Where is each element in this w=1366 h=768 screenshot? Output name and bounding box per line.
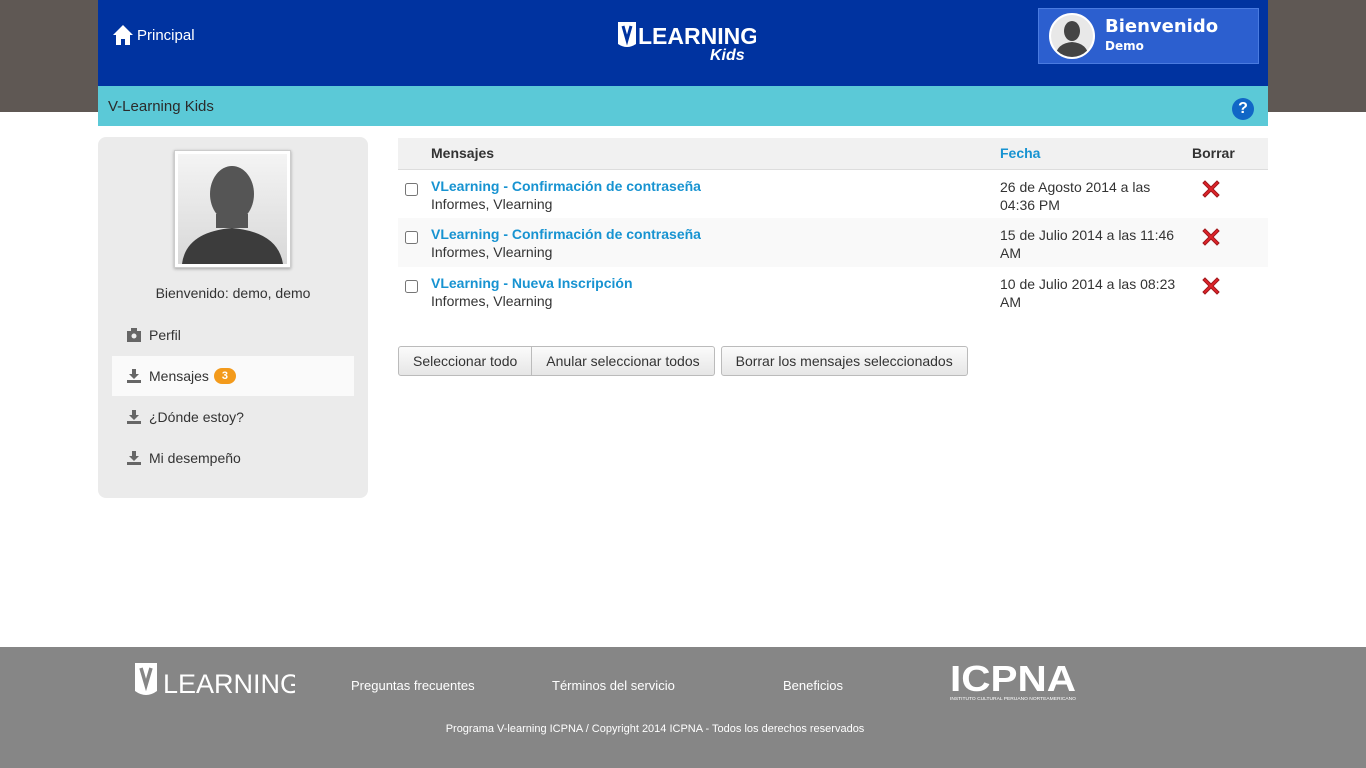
table-row: VLearning - Nueva Inscripción Informes, … (398, 267, 1268, 316)
message-title-link[interactable]: VLearning - Nueva Inscripción (431, 275, 1000, 291)
home-link[interactable]: Principal (112, 24, 195, 46)
footer-copyright: Programa V-learning ICPNA / Copyright 20… (445, 723, 865, 735)
message-actions: Seleccionar todo Anular seleccionar todo… (398, 346, 1268, 376)
home-icon (113, 25, 133, 45)
svg-text:LEARNING: LEARNING (163, 669, 295, 699)
row-checkbox[interactable] (405, 280, 418, 293)
sidebar-item-mi-desempeno[interactable]: Mi desempeño (112, 438, 354, 478)
sidebar-item-label: Mi desempeño (149, 450, 241, 466)
column-header-fecha[interactable]: Fecha (1000, 138, 1192, 170)
vlearning-footer-logo: LEARNING (135, 663, 295, 699)
messages-panel: Mensajes Fecha Borrar VLearning - Confir… (398, 138, 1268, 376)
message-title-link[interactable]: VLearning - Confirmación de contraseña (431, 226, 1000, 242)
delete-selected-button[interactable]: Borrar los mensajes seleccionados (720, 346, 968, 376)
sidebar-item-label: Mensajes (149, 368, 209, 384)
sidebar-item-donde-estoy[interactable]: ¿Dónde estoy? (112, 397, 354, 437)
table-header-row: Mensajes Fecha Borrar (398, 138, 1268, 170)
svg-text:LEARNING: LEARNING (638, 23, 756, 49)
vlearning-kids-logo: LEARNING Kids (618, 22, 756, 64)
row-checkbox[interactable] (405, 231, 418, 244)
sidebar-menu: Perfil Mensajes 3 ¿Dónde estoy? Mi desem… (112, 315, 354, 479)
svg-text:INSTITUTO CULTURAL PERUANO NOR: INSTITUTO CULTURAL PERUANO NORTEAMERICAN… (950, 696, 1077, 701)
column-header-mensajes: Mensajes (431, 138, 1000, 170)
svg-text:Kids: Kids (710, 47, 745, 64)
table-row: VLearning - Confirmación de contraseña I… (398, 169, 1268, 218)
header: Principal LEARNING Kids Bienvenido Demo (98, 0, 1268, 86)
profile-icon (127, 328, 141, 342)
profile-picture (174, 150, 291, 268)
message-sender: Informes, Vlearning (431, 244, 553, 260)
user-silhouette-icon (182, 166, 283, 264)
home-label: Principal (137, 26, 195, 44)
message-date: 26 de Agosto 2014 a las 04:36 PM (1000, 178, 1151, 213)
select-all-button[interactable]: Seleccionar todo (398, 346, 533, 376)
section-title: V-Learning Kids (108, 98, 214, 115)
footer-link-benefits[interactable]: Beneficios (783, 678, 843, 693)
inbox-icon (127, 451, 141, 465)
footer: LEARNING Preguntas frecuentes Términos d… (0, 647, 1366, 768)
welcome-box[interactable]: Bienvenido Demo (1038, 8, 1259, 64)
deselect-all-button[interactable]: Anular seleccionar todos (532, 346, 715, 376)
delete-icon[interactable] (1200, 275, 1222, 297)
message-sender: Informes, Vlearning (431, 195, 553, 212)
sidebar-item-perfil[interactable]: Perfil (112, 315, 354, 355)
sidebar-item-mensajes[interactable]: Mensajes 3 (112, 356, 354, 396)
user-silhouette-icon (1051, 15, 1093, 57)
avatar (1049, 13, 1095, 59)
welcome-title: Bienvenido (1105, 16, 1219, 37)
delete-icon[interactable] (1200, 226, 1222, 248)
sidebar: Bienvenido: demo, demo Perfil Mensajes 3… (98, 137, 368, 498)
sidebar-greeting: Bienvenido: demo, demo (155, 285, 311, 301)
inbox-icon (127, 369, 141, 383)
sidebar-item-label: ¿Dónde estoy? (149, 409, 244, 425)
row-checkbox[interactable] (405, 182, 418, 196)
welcome-username: Demo (1105, 39, 1144, 53)
sidebar-item-label: Perfil (149, 327, 181, 343)
column-header-borrar: Borrar (1192, 138, 1268, 170)
message-sender: Informes, Vlearning (431, 293, 553, 309)
unread-count-badge: 3 (213, 368, 237, 384)
delete-icon[interactable] (1200, 178, 1222, 200)
footer-link-faq[interactable]: Preguntas frecuentes (351, 678, 475, 693)
inbox-icon (127, 410, 141, 424)
svg-text:ICPNA: ICPNA (950, 663, 1076, 699)
icpna-logo: ICPNA INSTITUTO CULTURAL PERUANO NORTEAM… (950, 663, 1077, 701)
section-bar: V-Learning Kids ? (98, 86, 1268, 126)
footer-link-terms[interactable]: Términos del servicio (552, 678, 675, 693)
messages-table: Mensajes Fecha Borrar VLearning - Confir… (398, 138, 1268, 316)
table-row: VLearning - Confirmación de contraseña I… (398, 218, 1268, 267)
message-date: 10 de Julio 2014 a las 08:23 AM (1000, 276, 1176, 310)
message-title-link[interactable]: VLearning - Confirmación de contraseña (431, 178, 1000, 194)
checkbox-column-header (398, 138, 431, 170)
help-icon[interactable]: ? (1232, 98, 1254, 120)
message-date: 15 de Julio 2014 a las 11:46 AM (1000, 218, 1192, 267)
